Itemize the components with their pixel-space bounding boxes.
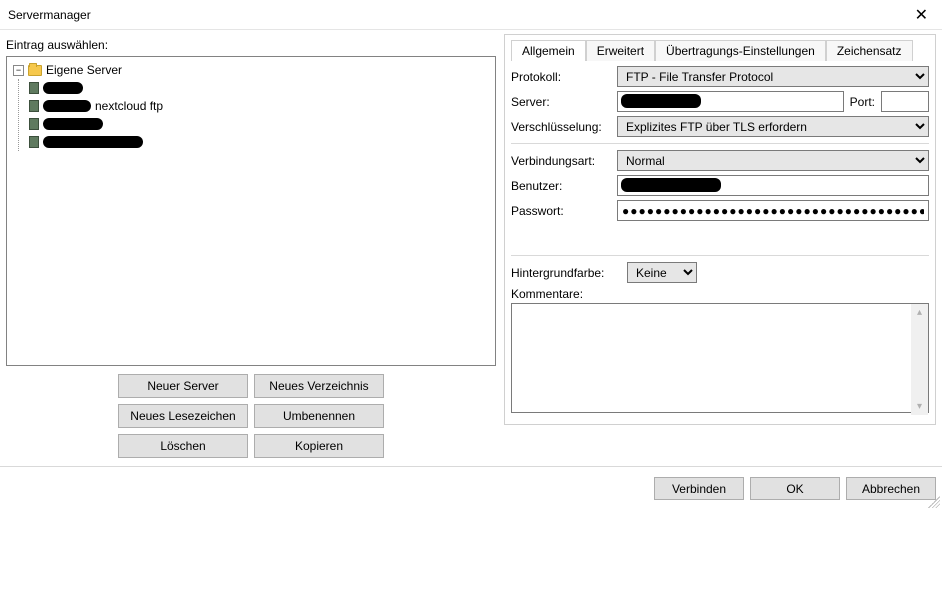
server-icon xyxy=(29,118,39,130)
tab-bar: Allgemein Erweitert Übertragungs-Einstel… xyxy=(511,39,929,60)
encryption-select[interactable]: Explizites FTP über TLS erfordern xyxy=(617,116,929,137)
redacted-text xyxy=(621,94,701,108)
server-icon xyxy=(29,100,39,112)
password-input[interactable] xyxy=(617,200,929,221)
bgcolor-select[interactable]: Keine xyxy=(627,262,697,283)
ok-button[interactable]: OK xyxy=(750,477,840,500)
tree-item-label: nextcloud ftp xyxy=(95,99,163,113)
folder-icon xyxy=(28,65,42,76)
comments-textarea[interactable] xyxy=(511,303,929,413)
collapse-icon[interactable]: − xyxy=(13,65,24,76)
delete-button[interactable]: Löschen xyxy=(118,434,248,458)
titlebar: Servermanager ✕ xyxy=(0,0,942,30)
redacted-text xyxy=(621,178,721,192)
tree-root[interactable]: − Eigene Server xyxy=(13,61,489,79)
logon-type-select[interactable]: Normal xyxy=(617,150,929,171)
new-bookmark-button[interactable]: Neues Lesezeichen xyxy=(118,404,248,428)
server-label: Server: xyxy=(511,95,611,109)
tree-item[interactable] xyxy=(29,133,489,151)
redacted-text xyxy=(43,100,91,112)
scroll-up-icon[interactable]: ▴ xyxy=(911,304,928,321)
redacted-text xyxy=(43,118,103,130)
server-icon xyxy=(29,82,39,94)
copy-button[interactable]: Kopieren xyxy=(254,434,384,458)
new-directory-button[interactable]: Neues Verzeichnis xyxy=(254,374,384,398)
port-label: Port: xyxy=(850,95,875,109)
cancel-button[interactable]: Abbrechen xyxy=(846,477,936,500)
user-label: Benutzer: xyxy=(511,179,611,193)
encryption-label: Verschlüsselung: xyxy=(511,120,611,134)
redacted-text xyxy=(43,136,143,148)
entry-select-label: Eintrag auswählen: xyxy=(6,38,496,52)
dialog-footer: Verbinden OK Abbrechen xyxy=(0,466,942,510)
comments-label: Kommentare: xyxy=(511,287,929,301)
server-tree[interactable]: − Eigene Server nextcloud ftp xyxy=(6,56,496,366)
resize-grip-icon[interactable] xyxy=(928,496,940,508)
tab-transfer[interactable]: Übertragungs-Einstellungen xyxy=(655,40,826,61)
protocol-select[interactable]: FTP - File Transfer Protocol xyxy=(617,66,929,87)
server-icon xyxy=(29,136,39,148)
tree-root-label: Eigene Server xyxy=(46,63,122,77)
tab-charset[interactable]: Zeichensatz xyxy=(826,40,913,61)
window-title: Servermanager xyxy=(8,8,909,22)
tab-general[interactable]: Allgemein xyxy=(511,40,586,61)
tree-item[interactable] xyxy=(29,115,489,133)
scrollbar[interactable]: ▴ ▾ xyxy=(911,304,928,415)
scroll-down-icon[interactable]: ▾ xyxy=(911,398,928,415)
protocol-label: Protokoll: xyxy=(511,70,611,84)
settings-panel: Allgemein Erweitert Übertragungs-Einstel… xyxy=(504,34,936,425)
password-label: Passwort: xyxy=(511,204,611,218)
bgcolor-label: Hintergrundfarbe: xyxy=(511,266,621,280)
tree-item[interactable] xyxy=(29,79,489,97)
tree-item[interactable]: nextcloud ftp xyxy=(29,97,489,115)
port-input[interactable] xyxy=(881,91,929,112)
new-server-button[interactable]: Neuer Server xyxy=(118,374,248,398)
connect-button[interactable]: Verbinden xyxy=(654,477,744,500)
close-icon[interactable]: ✕ xyxy=(909,5,934,25)
redacted-text xyxy=(43,82,83,94)
logon-type-label: Verbindungsart: xyxy=(511,154,611,168)
rename-button[interactable]: Umbenennen xyxy=(254,404,384,428)
tab-advanced[interactable]: Erweitert xyxy=(586,40,655,61)
